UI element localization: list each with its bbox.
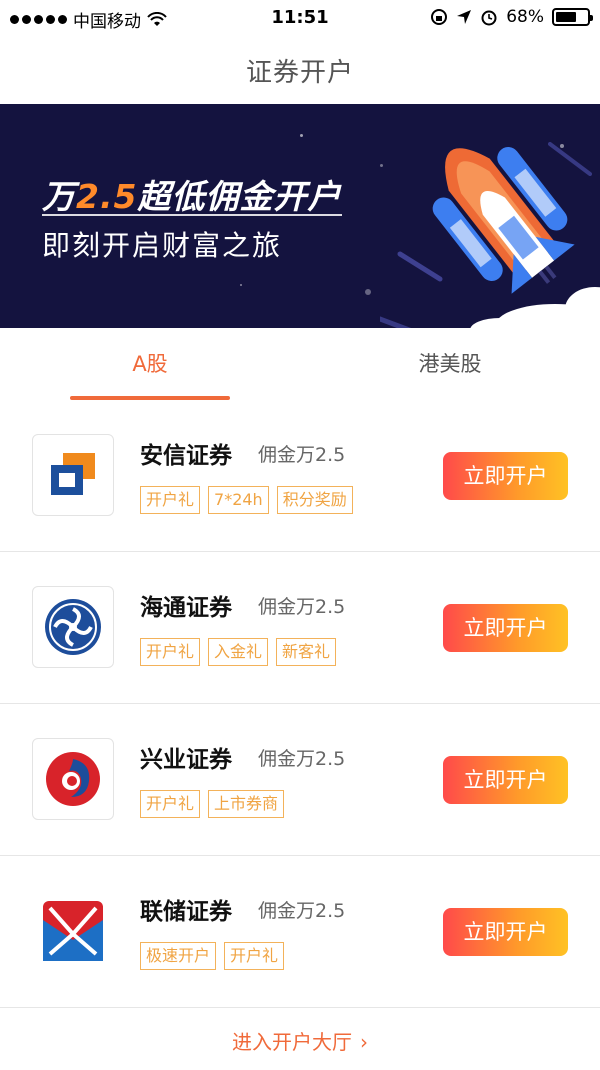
tag: 极速开户 (140, 942, 217, 970)
tag: 7*24h (208, 486, 269, 514)
rotation-lock-icon (431, 9, 448, 25)
tag-row: 开户礼 入金礼 新客礼 (140, 638, 337, 666)
broker-fee: 佣金万2.5 (258, 748, 346, 770)
banner-divider (42, 214, 342, 216)
banner-title: 万2.5超低佣金开户 (42, 170, 341, 218)
banner-title-prefix: 万 (42, 177, 76, 216)
status-right: 68% (430, 7, 593, 27)
status-bar: 中国移动 11:51 68% (0, 0, 600, 36)
xingye-logo (32, 738, 114, 820)
list-item[interactable]: 海通证券 佣金万2.5 开户礼 入金礼 新客礼 立即开户 (0, 552, 600, 704)
open-account-button[interactable]: 立即开户 (443, 604, 568, 652)
enter-account-hall-label: 进入开户大厅 (232, 1030, 352, 1054)
broker-list: 安信证券 佣金万2.5 开户礼 7*24h 积分奖励 立即开户 海通证券 佣金万… (0, 400, 600, 1008)
broker-name: 兴业证券 (140, 747, 232, 773)
banner-subtitle: 即刻开启财富之旅 (42, 229, 283, 262)
broker-fee: 佣金万2.5 (258, 596, 346, 618)
nav-bar: 证券开户 (0, 36, 600, 104)
broker-fee: 佣金万2.5 (258, 444, 346, 466)
rocket-illustration (380, 142, 600, 328)
tag: 开户礼 (224, 942, 285, 970)
lianchu-logo (32, 890, 114, 972)
page-title: 证券开户 (245, 57, 354, 88)
open-account-button[interactable]: 立即开户 (443, 908, 568, 956)
alarm-icon (481, 10, 497, 26)
tag: 上市券商 (208, 790, 285, 818)
tag-row: 开户礼 上市券商 (140, 790, 285, 818)
open-account-button[interactable]: 立即开户 (443, 452, 568, 500)
tag-row: 极速开户 开户礼 (140, 942, 285, 970)
tag: 入金礼 (208, 638, 269, 666)
tag-row: 开户礼 7*24h 积分奖励 (140, 486, 353, 514)
broker-name: 海通证券 (140, 595, 232, 621)
promo-banner[interactable]: 万2.5超低佣金开户 即刻开启财富之旅 (0, 104, 600, 328)
enter-account-hall-link[interactable]: 进入开户大厅 › (0, 1010, 600, 1070)
location-icon (457, 10, 472, 24)
chevron-right-icon: › (360, 1030, 368, 1054)
tag: 积分奖励 (276, 486, 353, 514)
list-item[interactable]: 联储证券 佣金万2.5 极速开户 开户礼 立即开户 (0, 856, 600, 1008)
battery-icon (552, 8, 593, 26)
tab-a-shares[interactable]: A股 (0, 328, 300, 400)
tag: 开户礼 (140, 486, 201, 514)
tag: 开户礼 (140, 638, 201, 666)
tag: 新客礼 (276, 638, 337, 666)
broker-fee: 佣金万2.5 (258, 900, 346, 922)
open-account-button[interactable]: 立即开户 (443, 756, 568, 804)
tag: 开户礼 (140, 790, 201, 818)
tab-hk-us-shares[interactable]: 港美股 (300, 328, 600, 400)
haitong-logo (32, 586, 114, 668)
battery-percent: 68% (506, 7, 544, 27)
banner-title-suffix: 超低佣金开户 (137, 177, 342, 216)
list-item[interactable]: 安信证券 佣金万2.5 开户礼 7*24h 积分奖励 立即开户 (0, 400, 600, 552)
broker-name: 联储证券 (140, 899, 232, 925)
list-item[interactable]: 兴业证券 佣金万2.5 开户礼 上市券商 立即开户 (0, 704, 600, 856)
broker-name: 安信证券 (140, 443, 232, 469)
anxin-logo (32, 434, 114, 516)
banner-title-highlight: 2.5 (76, 177, 138, 216)
market-tabs: A股 港美股 (0, 328, 600, 400)
